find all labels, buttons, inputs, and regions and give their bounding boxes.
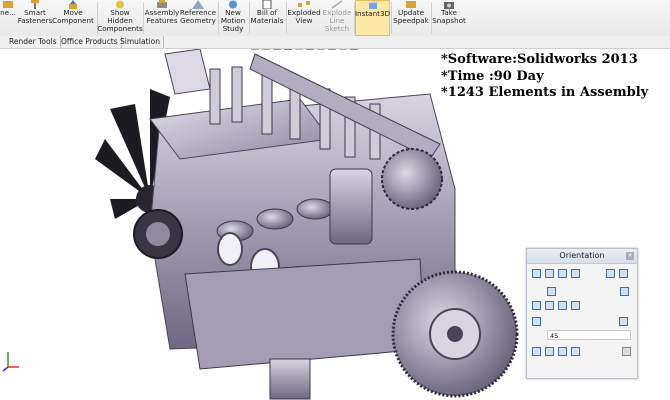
orientation-title: Orientation × — [527, 249, 637, 264]
command-tabs: Render Tools Office Products Simulation — [0, 36, 670, 49]
view-cube-icon[interactable] — [619, 269, 628, 278]
edit-component-icon — [2, 0, 14, 9]
pin-icon[interactable] — [532, 269, 541, 278]
standard-views-row-3 — [532, 317, 628, 326]
explode-line-sketch-button[interactable]: Explode Line Sketch — [321, 0, 353, 36]
instant3d-button[interactable]: Instant3D — [355, 0, 390, 36]
normal-to-icon[interactable] — [619, 317, 628, 326]
two-view-icon[interactable] — [545, 347, 554, 356]
time-line: *Time :90 Day — [441, 68, 544, 84]
pin-icon[interactable] — [545, 269, 554, 278]
view-layout-row — [532, 347, 631, 356]
update-speedpak-button[interactable]: Update Speedpak — [392, 0, 430, 36]
graphics-viewport[interactable]: ▫ ▫ ▫ ▫ — [0, 49, 670, 400]
four-view-icon[interactable] — [571, 347, 580, 356]
triad-axes — [2, 349, 22, 377]
tab-render-tools[interactable]: Render Tools — [6, 36, 61, 48]
edit-component-button[interactable]: ne... — [0, 0, 16, 36]
assembly-features-button[interactable]: Assembly Features — [145, 0, 179, 36]
command-manager-toolbar: ne... Smart Fasteners Move Component Sho… — [0, 0, 670, 37]
new-motion-study-button[interactable]: New Motion Study — [219, 0, 247, 36]
two-view-vertical-icon[interactable] — [558, 347, 567, 356]
close-icon[interactable]: × — [626, 252, 634, 260]
front-view-icon[interactable] — [547, 287, 556, 296]
tab-office-products[interactable]: Office Products — [58, 36, 122, 48]
take-snapshot-button[interactable]: Take Snapshot — [432, 0, 466, 36]
show-hidden-components-button[interactable]: Show Hidden Components — [97, 0, 143, 36]
orientation-dialog[interactable]: Orientation × 45 — [526, 248, 638, 379]
move-component-button[interactable]: Move Component — [52, 0, 94, 36]
exploded-view-button[interactable]: Exploded View — [287, 0, 321, 36]
orientation-pin-row — [532, 269, 628, 278]
top-view-icon[interactable] — [532, 301, 541, 310]
z-axis-icon — [2, 366, 9, 372]
bill-of-materials-button[interactable]: Bill of Materials — [250, 0, 284, 36]
elements-line: *1243 Elements in Assembly — [441, 85, 649, 100]
standard-views-row-1 — [547, 287, 629, 296]
back-view-icon[interactable] — [571, 301, 580, 310]
left-view-icon[interactable] — [558, 301, 567, 310]
assembly-info-overlay: *Software:Solidworks 2013 *Time :90 Day … — [441, 52, 648, 102]
link-views-icon[interactable] — [622, 347, 631, 356]
reference-geometry-button[interactable]: Reference Geometry — [179, 0, 217, 36]
pin-icon[interactable] — [571, 269, 580, 278]
single-view-icon[interactable] — [532, 347, 541, 356]
standard-views-row-2 — [532, 301, 580, 310]
pin-icon[interactable] — [558, 269, 567, 278]
smart-fasteners-button[interactable]: Smart Fasteners — [18, 0, 52, 36]
tab-simulation[interactable]: Simulation — [117, 36, 164, 48]
right-view-icon[interactable] — [545, 301, 554, 310]
bottom-view-icon[interactable] — [532, 317, 541, 326]
software-line: *Software:Solidworks 2013 — [441, 52, 638, 67]
isometric-view-icon[interactable] — [620, 287, 629, 296]
view-cube-icon[interactable] — [606, 269, 615, 278]
orientation-angle-field[interactable]: 45 — [547, 330, 631, 340]
